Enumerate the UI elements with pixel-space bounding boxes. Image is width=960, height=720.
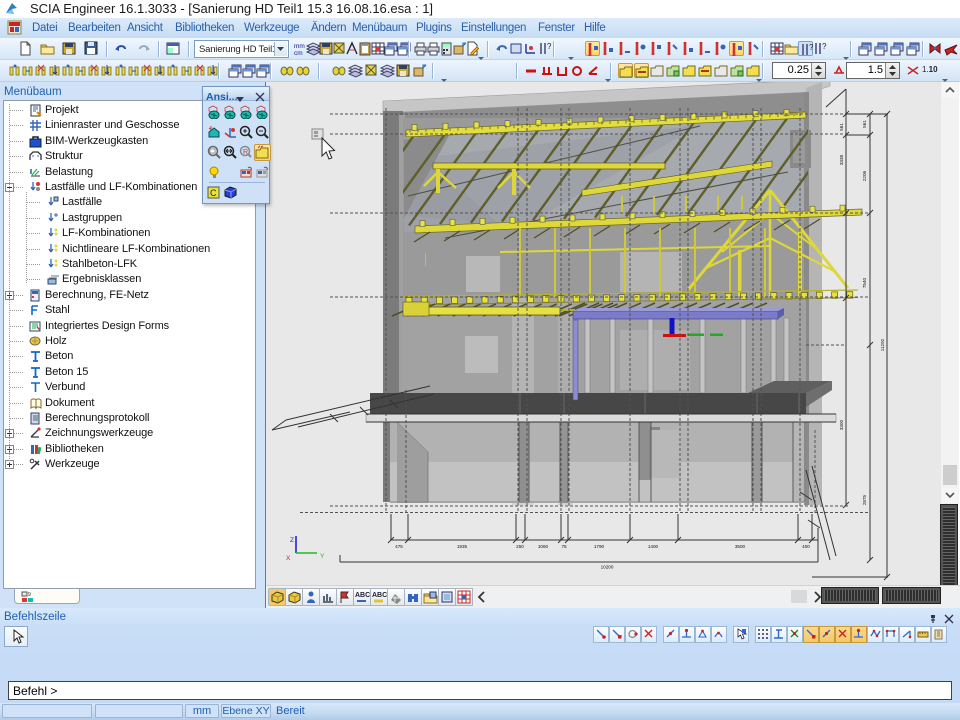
svg-text:1060: 1060	[538, 544, 549, 549]
svg-text:X: X	[286, 555, 291, 562]
svg-text:3338: 3338	[839, 154, 844, 165]
svg-text:1935: 1935	[457, 544, 468, 549]
svg-text:2875: 2875	[862, 494, 867, 505]
svg-text:?: ?	[547, 42, 552, 51]
svg-text:475: 475	[395, 544, 403, 549]
svg-text:1790: 1790	[594, 544, 605, 549]
svg-text:250: 250	[516, 544, 524, 549]
svg-text:9: 9	[28, 592, 31, 598]
svg-text:561: 561	[862, 120, 867, 128]
svg-text:ABC: ABC	[372, 592, 387, 599]
svg-text:Y: Y	[320, 553, 325, 560]
svg-text:mm: mm	[294, 43, 305, 50]
svg-text:R: R	[243, 149, 248, 156]
svg-text:2206: 2206	[862, 170, 867, 181]
svg-text:cm: cm	[294, 50, 303, 56]
svg-text:C: C	[210, 188, 217, 198]
svg-text:Z: Z	[290, 537, 294, 544]
svg-text:?: ?	[822, 42, 827, 51]
svg-text:10200: 10200	[601, 565, 614, 570]
svg-text:7540: 7540	[862, 277, 867, 288]
svg-text:3500: 3500	[735, 544, 746, 549]
svg-text:ABC: ABC	[355, 592, 370, 599]
svg-text:400: 400	[802, 544, 810, 549]
svg-text:3300: 3300	[839, 419, 844, 430]
svg-text:561: 561	[839, 123, 844, 131]
svg-text:11292: 11292	[880, 338, 885, 351]
svg-text:1400: 1400	[648, 544, 659, 549]
svg-text:75: 75	[561, 544, 567, 549]
